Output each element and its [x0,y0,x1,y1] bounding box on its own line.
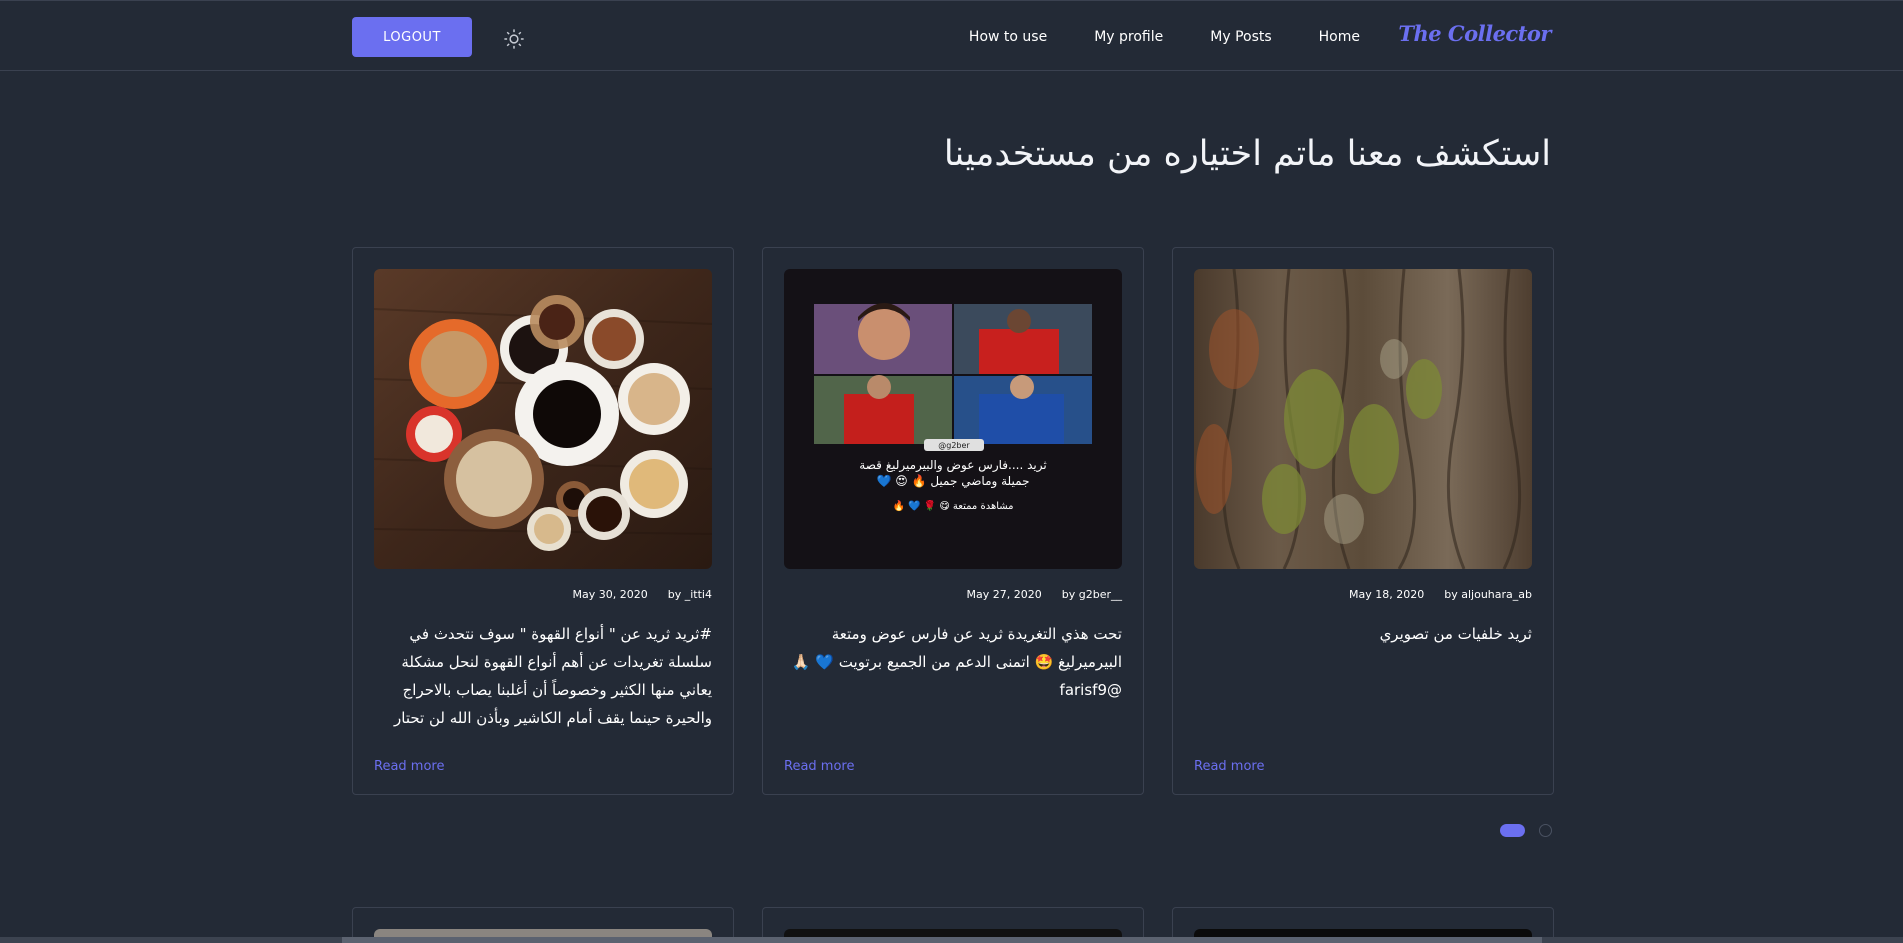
theme-toggle-button[interactable] [500,25,528,53]
carousel-dot-1[interactable] [1500,824,1525,837]
page-title: استكشف معنا ماتم اختياره من مستخدمينا [943,134,1551,174]
post-text: ثريد خلفيات من تصويري [1379,625,1532,643]
nav-link-my-profile[interactable]: My profile [1094,29,1163,45]
post-meta: May 30, 2020 by _itti4 [573,588,712,601]
image-tag: @g2ber [938,441,970,450]
post-date: May 18, 2020 [1349,588,1425,601]
post-card[interactable]: May 30, 2020 by _itti4 #ثريد ثريد عن " أ… [352,247,734,795]
post-card[interactable]: May 18, 2020 by aljouhara_ab ثريد خلفيات… [1172,247,1554,795]
image-caption-line1: ثريد ....فارس عوض والبيرميرليغ قصة [859,458,1046,473]
post-meta: May 18, 2020 by aljouhara_ab [1349,588,1532,601]
read-more-link[interactable]: Read more [784,759,854,774]
carousel-dot-2[interactable] [1539,824,1552,837]
sun-icon [504,29,524,49]
brand-logo[interactable]: The Collector [1398,21,1551,46]
post-date: May 30, 2020 [572,588,648,601]
post-meta: May 27, 2020 by g2ber__ [967,588,1122,601]
navbar: LOGOUT How to use My profile My Posts Ho… [0,0,1903,71]
page: LOGOUT How to use My profile My Posts Ho… [0,0,1903,943]
nav-link-home[interactable]: Home [1319,29,1360,45]
image-caption-line2: جميلة وماضي جميل 🔥 😍 💙 [877,474,1030,489]
post-card[interactable]: @g2ber ثريد ....فارس عوض والبيرميرليغ قص… [762,247,1144,795]
nav-link-my-posts[interactable]: My Posts [1210,29,1271,45]
post-author[interactable]: by g2ber__ [1062,588,1122,601]
post-image-tree-bark[interactable] [1194,269,1532,569]
post-image-coffee[interactable] [374,269,712,569]
post-image-football[interactable]: @g2ber ثريد ....فارس عوض والبيرميرليغ قص… [784,269,1122,569]
scrollbar-thumb[interactable] [342,937,1542,943]
image-caption-line3: مشاهدة ممتعة 😋 🌹 💙 🔥 [892,499,1013,512]
post-text: تحت هذي التغريدة ثريد عن فارس عوض ومتعة … [791,625,1122,699]
logout-button[interactable]: LOGOUT [352,17,472,57]
nav-links: How to use My profile My Posts Home [900,1,1360,72]
read-more-link[interactable]: Read more [1194,759,1264,774]
post-author[interactable]: by _itti4 [668,588,712,601]
post-text: #ثريد ثريد عن " أنواع القهوة " سوف نتحدث… [394,625,712,727]
post-date: May 27, 2020 [966,588,1042,601]
post-author[interactable]: by aljouhara_ab [1444,588,1532,601]
read-more-link[interactable]: Read more [374,759,444,774]
nav-link-how-to-use[interactable]: How to use [969,29,1047,45]
